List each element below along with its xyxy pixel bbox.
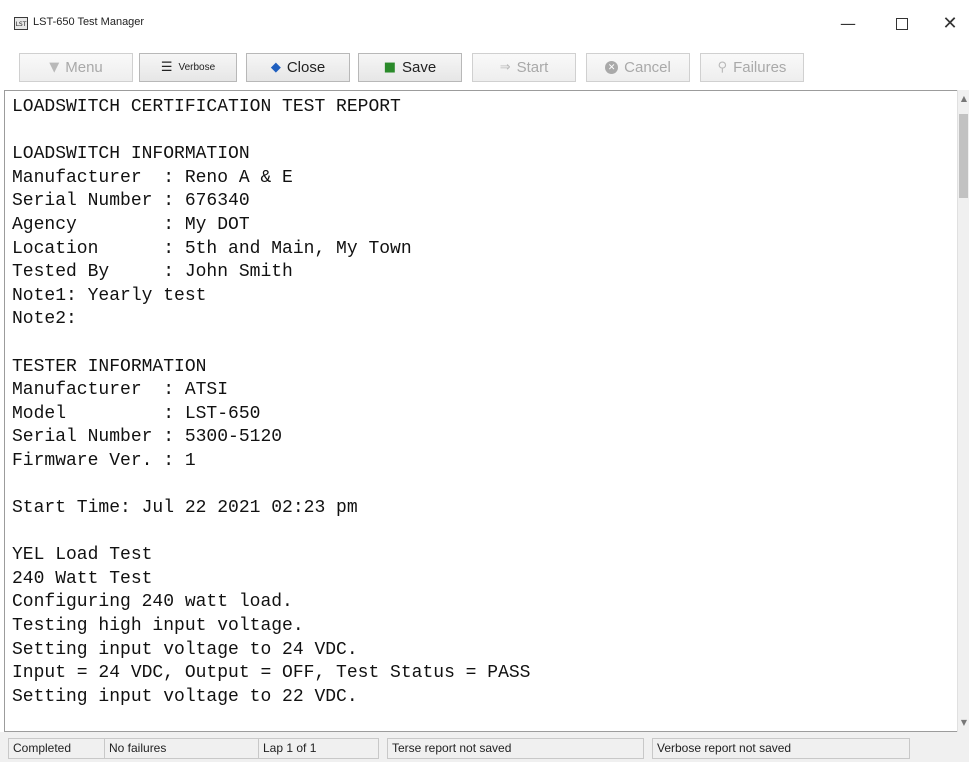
report-line: TESTER INFORMATION	[12, 356, 207, 377]
minimize-button[interactable]: —	[826, 10, 870, 38]
status-failures: No failures	[105, 738, 259, 759]
report-line: Model : LST-650	[12, 403, 261, 424]
close-button[interactable]: ◆ Close	[246, 53, 350, 82]
cancel-label: Cancel	[624, 59, 671, 76]
report-line: Start Time: Jul 22 2021 02:23 pm	[12, 498, 358, 519]
report-text-area[interactable]: LOADSWITCH CERTIFICATION TEST REPORT LOA…	[4, 90, 957, 732]
report-line: LOADSWITCH INFORMATION	[12, 144, 250, 165]
status-bar: Completed No failures Lap 1 of 1 Terse r…	[0, 732, 969, 762]
failures-button[interactable]: ⚲ Failures	[700, 53, 804, 82]
start-button[interactable]: ⇒ Start	[472, 53, 576, 82]
toolbar: ▼ Menu ☰ Verbose ◆ Close ■ Save ⇒ Start …	[0, 48, 969, 90]
verbose-button[interactable]: ☰ Verbose	[139, 53, 237, 82]
status-terse-report: Terse report not saved	[387, 738, 644, 759]
close-window-button[interactable]: ✕	[928, 10, 969, 38]
cancel-circle-icon: ✕	[605, 61, 619, 74]
menu-label: Menu	[65, 59, 103, 76]
report-line: Setting input voltage to 24 VDC.	[12, 639, 358, 660]
scroll-thumb[interactable]	[959, 114, 968, 198]
menu-icon: ▼	[49, 60, 60, 75]
report-line: Location : 5th and Main, My Town	[12, 238, 412, 259]
scroll-up-arrow-icon[interactable]: ▲	[958, 92, 969, 106]
report-line: Firmware Ver. : 1	[12, 450, 196, 471]
report-line: Input = 24 VDC, Output = OFF, Test Statu…	[12, 663, 531, 684]
start-label: Start	[516, 59, 549, 76]
report-line: Manufacturer : ATSI	[12, 380, 229, 401]
report-line: Testing high input voltage.	[12, 616, 304, 637]
save-button[interactable]: ■ Save	[358, 53, 462, 82]
report-content: LOADSWITCH CERTIFICATION TEST REPORT LOA…	[12, 96, 530, 709]
report-line: Tested By : John Smith	[12, 262, 293, 283]
app-icon: LST	[14, 17, 28, 30]
cancel-button[interactable]: ✕ Cancel	[586, 53, 690, 82]
arrow-right-icon: ⇒	[499, 60, 511, 75]
verbose-label: Verbose	[178, 62, 216, 73]
failures-label: Failures	[733, 59, 787, 76]
report-line: Configuring 240 watt load.	[12, 592, 293, 613]
close-arrow-icon: ◆	[270, 60, 281, 75]
report-line: Note1: Yearly test	[12, 285, 207, 306]
window-title: LST-650 Test Manager	[33, 16, 145, 28]
report-line: Serial Number : 5300-5120	[12, 427, 283, 448]
status-state: Completed	[8, 738, 105, 759]
vertical-scrollbar[interactable]: ▲ ▼	[957, 90, 969, 732]
document-icon: ☰	[160, 60, 173, 75]
report-line: Agency : My DOT	[12, 214, 250, 235]
save-label: Save	[402, 59, 437, 76]
magnifier-icon: ⚲	[717, 60, 728, 75]
maximize-icon	[896, 17, 908, 30]
status-verbose-report: Verbose report not saved	[652, 738, 910, 759]
menu-button[interactable]: ▼ Menu	[19, 53, 133, 82]
report-line: Manufacturer : Reno A & E	[12, 167, 293, 188]
title-bar: LST LST-650 Test Manager — ✕	[0, 0, 969, 48]
report-line: 240 Watt Test	[12, 568, 153, 589]
report-line: YEL Load Test	[12, 545, 153, 566]
status-lap: Lap 1 of 1	[259, 738, 379, 759]
report-line: Setting input voltage to 22 VDC.	[12, 686, 358, 707]
report-line: LOADSWITCH CERTIFICATION TEST REPORT	[12, 97, 401, 117]
report-line: Note2:	[12, 309, 77, 330]
close-label: Close	[286, 59, 326, 76]
maximize-button[interactable]	[880, 10, 924, 38]
report-line: Serial Number : 676340	[12, 191, 250, 212]
floppy-disk-icon: ■	[383, 60, 397, 75]
scroll-down-arrow-icon[interactable]: ▼	[958, 716, 969, 730]
